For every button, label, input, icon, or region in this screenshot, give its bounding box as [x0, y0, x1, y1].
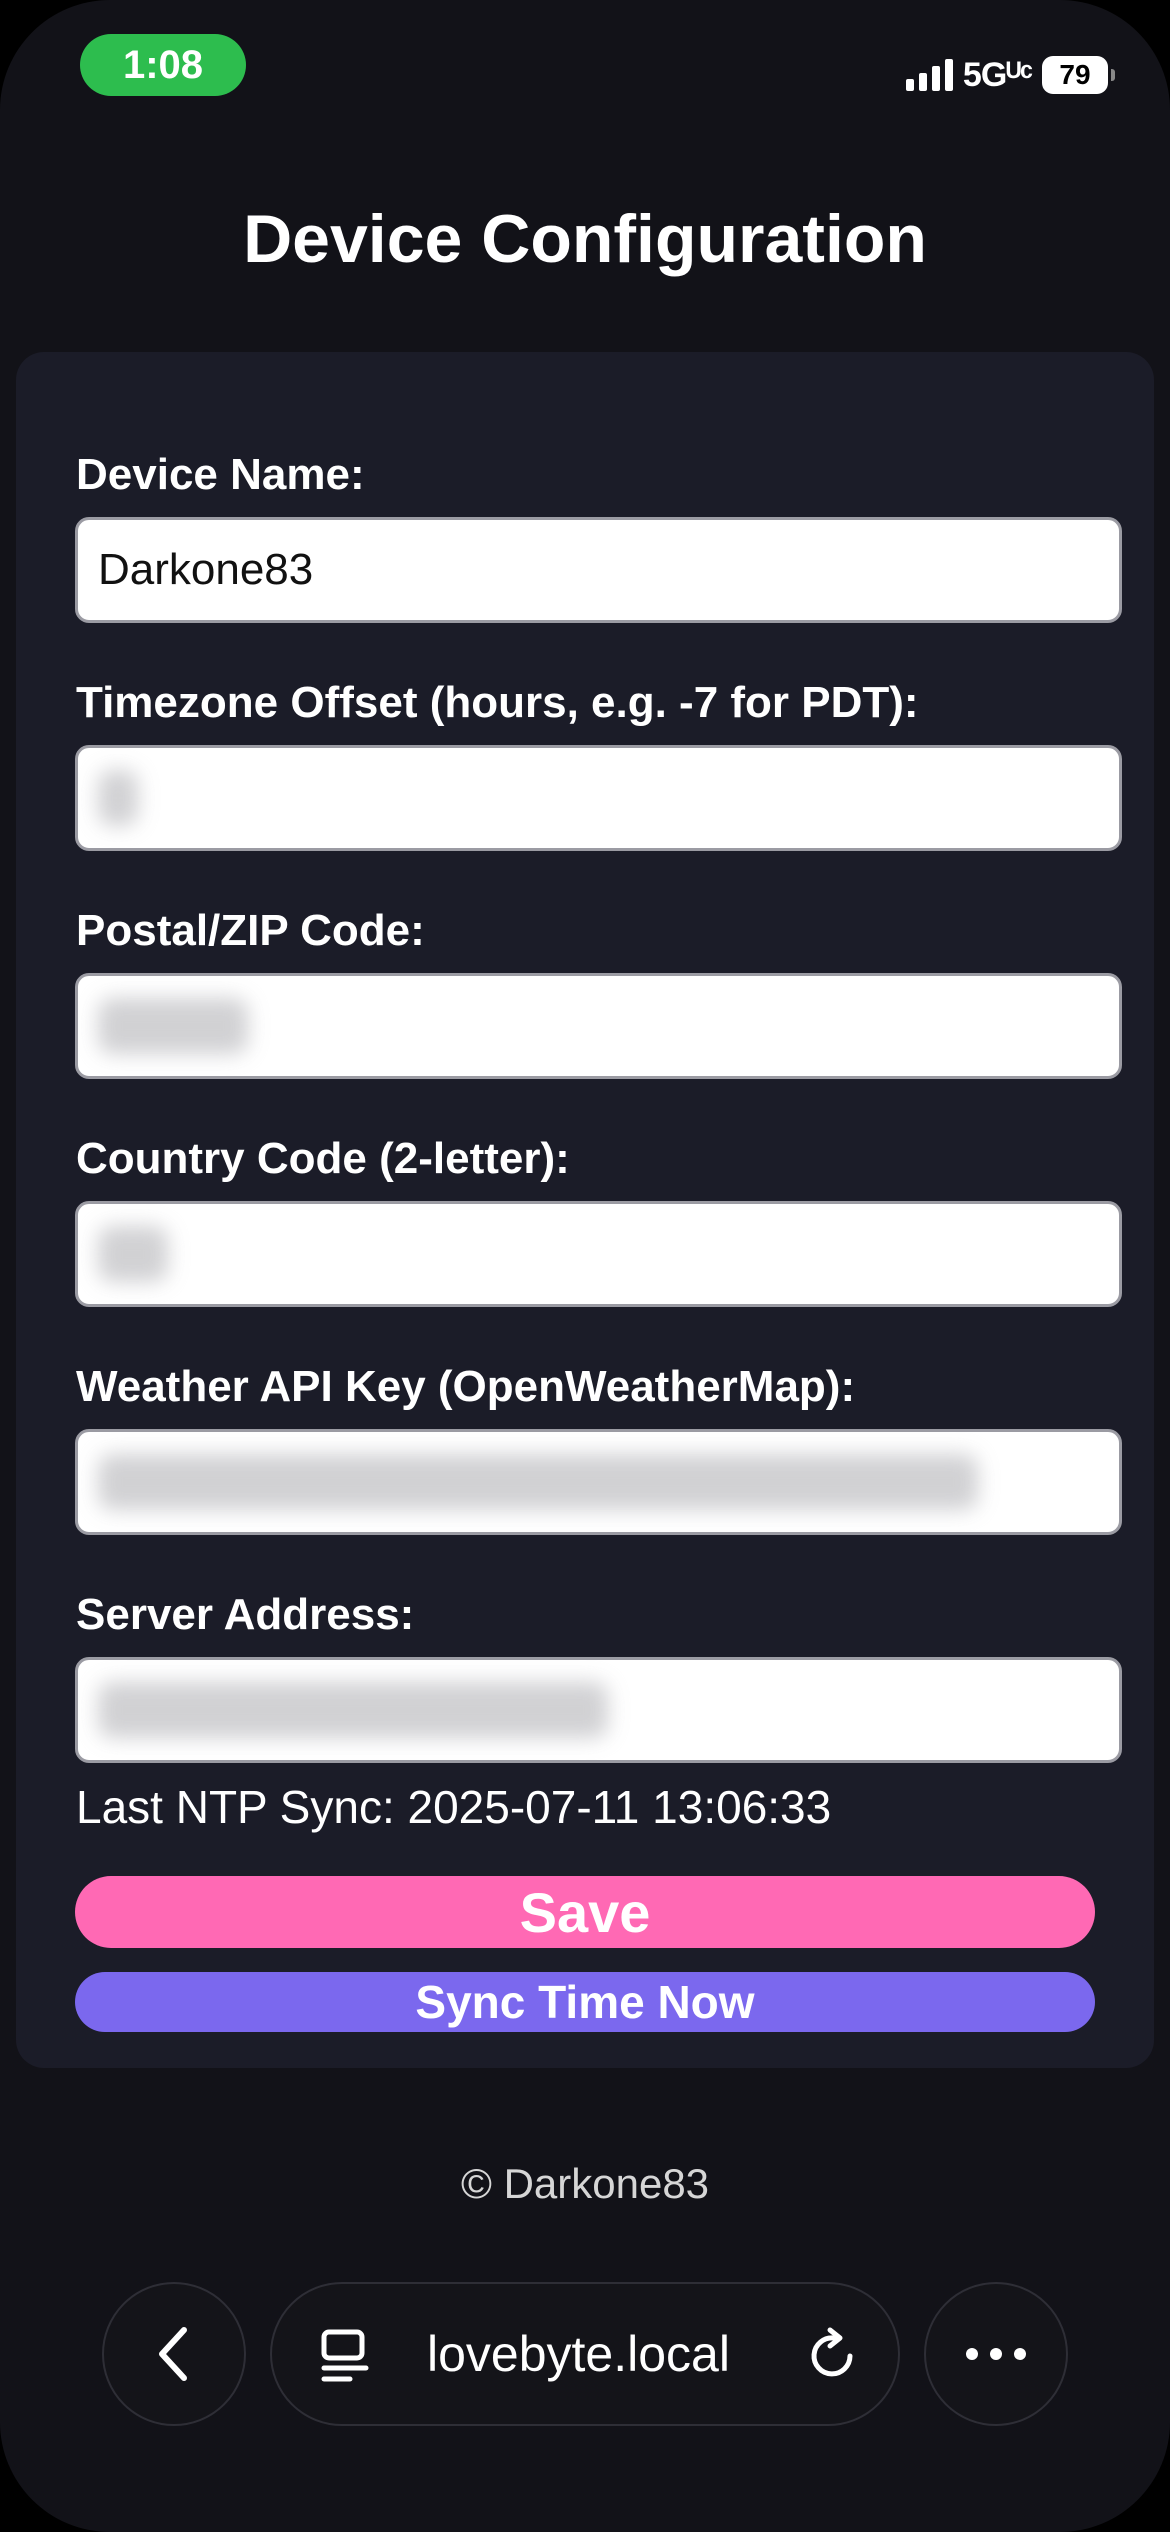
country-label: Country Code (2-letter): [76, 1134, 570, 1183]
browser-toolbar: lovebyte.local [0, 2282, 1170, 2432]
device-name-input[interactable] [75, 517, 1122, 623]
redacted-value [98, 1226, 168, 1282]
more-button[interactable] [924, 2282, 1068, 2426]
redacted-value [98, 998, 248, 1054]
address-bar[interactable]: lovebyte.local [270, 2282, 900, 2426]
tabs-icon [321, 2329, 369, 2382]
reload-icon[interactable] [804, 2326, 860, 2386]
postal-label: Postal/ZIP Code: [76, 906, 425, 955]
save-button[interactable]: Save [75, 1876, 1095, 1948]
back-icon [159, 2327, 187, 2381]
timezone-input[interactable] [75, 745, 1122, 851]
page-title: Device Configuration [243, 201, 927, 277]
status-indicators: 5Gᵁᶜ 79 [905, 50, 1115, 100]
battery-icon: 79 [1042, 56, 1115, 94]
sync-time-button[interactable]: Sync Time Now [75, 1972, 1095, 2032]
footer-copyright: © Darkone83 [460, 2160, 710, 2207]
status-bar: 1:08 5Gᵁᶜ 79 [0, 0, 1170, 130]
network-label: 5Gᵁᶜ [962, 55, 1033, 94]
api-key-label: Weather API Key (OpenWeatherMap): [76, 1362, 856, 1411]
country-input[interactable] [75, 1201, 1122, 1307]
more-icon [966, 2348, 1026, 2360]
redacted-value [98, 1454, 978, 1510]
api-key-input[interactable] [75, 1429, 1122, 1535]
server-input[interactable] [75, 1657, 1122, 1763]
postal-input[interactable] [75, 973, 1122, 1079]
timezone-label: Timezone Offset (hours, e.g. -7 for PDT)… [76, 678, 919, 727]
back-button[interactable] [102, 2282, 246, 2426]
redacted-value [98, 1682, 608, 1738]
last-sync-text: Last NTP Sync: 2025-07-11 13:06:33 [76, 1781, 832, 1833]
signal-icon [905, 59, 953, 91]
device-name-label: Device Name: [76, 450, 365, 499]
server-label: Server Address: [76, 1590, 415, 1639]
phone-screen: 1:08 5Gᵁᶜ 79 Device Configuration Device… [0, 0, 1170, 2532]
redacted-value [98, 770, 138, 826]
config-form: Device Name: Timezone Offset (hours, e.g… [16, 352, 1154, 2068]
url-text: lovebyte.local [427, 2326, 730, 2382]
status-time: 1:08 [80, 34, 246, 96]
